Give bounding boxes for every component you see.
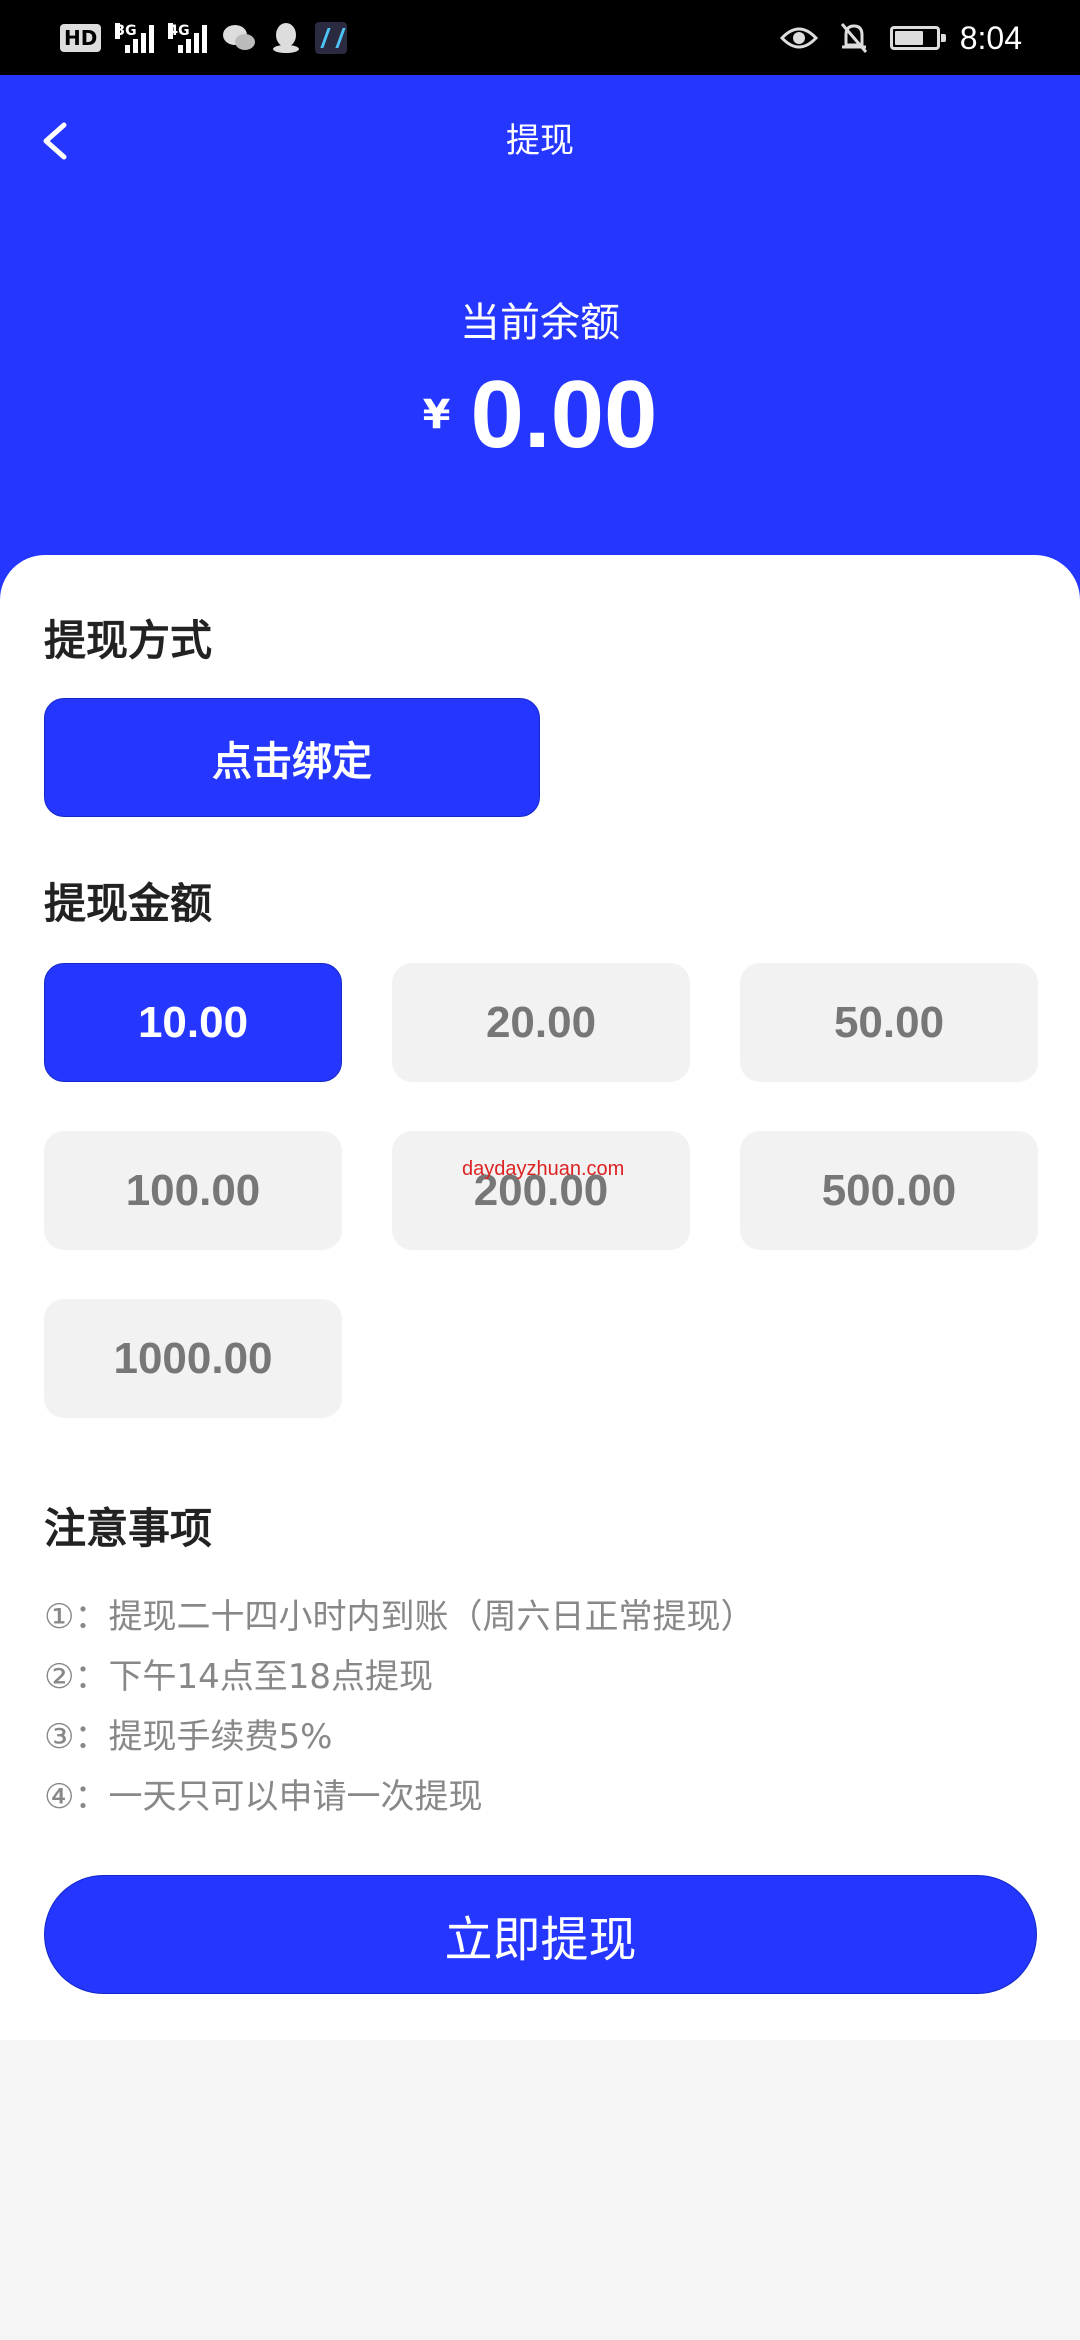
amount-option[interactable]: 50.00 [740, 963, 1038, 1082]
qq-icon [273, 23, 300, 53]
note-item: ③：提现手续费5% [44, 1717, 333, 1757]
amount-option[interactable]: 200.00 [392, 1131, 690, 1250]
amount-option[interactable]: 100.00 [44, 1131, 342, 1250]
withdraw-amount-title: 提现金额 [44, 879, 213, 928]
bind-account-button[interactable]: 点击绑定 [44, 698, 540, 817]
withdraw-method-title: 提现方式 [44, 616, 213, 665]
signal-icon: 4G [168, 23, 208, 53]
hd-badge: HD [60, 24, 102, 52]
battery-icon [889, 26, 946, 50]
amount-option[interactable]: 10.00 [44, 963, 342, 1082]
signal-icon: 3G [115, 23, 155, 53]
withdraw-card: 提现方式 点击绑定 提现金额 10.00 20.00 50.00 100.00 … [0, 555, 1080, 2040]
bell-off-icon [840, 23, 867, 53]
page-title: 提现 [506, 121, 574, 161]
amount-option[interactable]: 20.00 [392, 963, 690, 1082]
amount-option[interactable]: 500.00 [740, 1131, 1038, 1250]
battery-fill [894, 31, 923, 45]
withdraw-now-button[interactable]: 立即提现 [44, 1875, 1037, 1994]
balance-header: 提现 当前余额 ¥0.00 [0, 75, 1080, 615]
eye-icon [779, 27, 818, 49]
notes-list: ①：提现二十四小时内到账（周六日正常提现） ②：下午14点至18点提现 ③：提现… [44, 1587, 1044, 1827]
currency-symbol: ¥ [422, 392, 451, 438]
network-type-label: 3G [115, 23, 137, 39]
status-bar-right: 8:04 [779, 18, 1022, 58]
status-bar: HD 3G 4G 8:04 [0, 0, 1080, 75]
wechat-icon [223, 25, 256, 50]
network-type-label: 4G [168, 23, 190, 39]
note-item: ①：提现二十四小时内到账（周六日正常提现） [44, 1597, 755, 1637]
balance-display: ¥0.00 [0, 360, 1080, 470]
app-icon [315, 22, 348, 54]
balance-amount: 0.00 [470, 361, 658, 468]
note-item: ②：下午14点至18点提现 [44, 1657, 434, 1697]
clock: 8:04 [959, 19, 1022, 56]
watermark-text: daydayzhuan.com [462, 1158, 625, 1180]
amount-option[interactable]: 1000.00 [44, 1299, 342, 1418]
status-bar-left: HD 3G 4G [60, 18, 348, 58]
balance-label: 当前余额 [460, 300, 620, 346]
notes-title: 注意事项 [44, 1504, 213, 1553]
note-item: ④：一天只可以申请一次提现 [44, 1777, 483, 1817]
